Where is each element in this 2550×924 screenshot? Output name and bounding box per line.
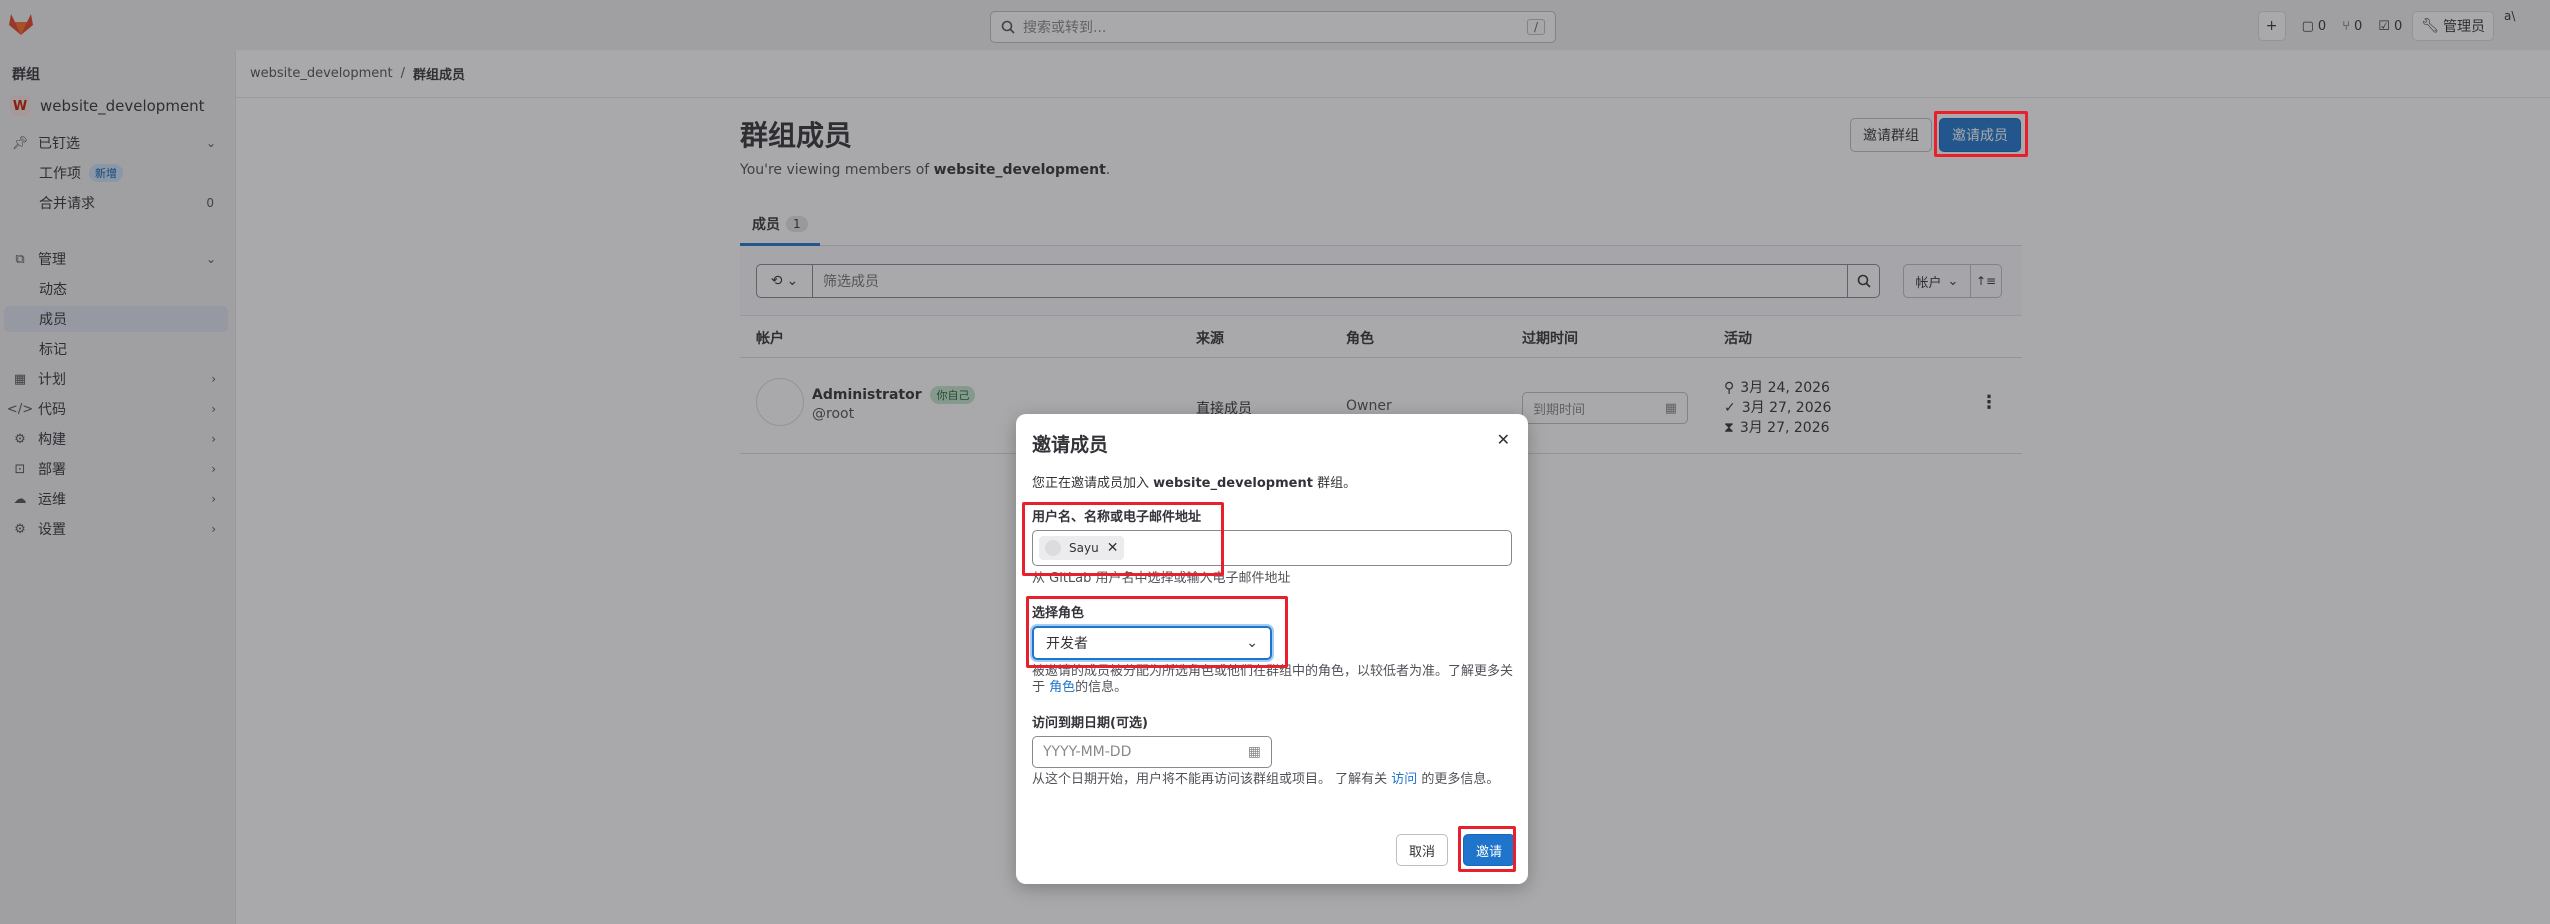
calendar-icon[interactable]: ▦ <box>1248 744 1261 760</box>
role-selected-value: 开发者 <box>1046 636 1088 652</box>
date-placeholder: YYYY-MM-DD <box>1043 744 1132 760</box>
cancel-button[interactable]: 取消 <box>1396 834 1449 866</box>
modal-intro: 您正在邀请成员加入 website_development 群组。 <box>1032 472 1356 491</box>
username-help: 从 GitLab 用户名中选择或输入电子邮件地址 <box>1032 571 1291 586</box>
date-help-suffix: 的更多信息。 <box>1417 772 1500 787</box>
role-select[interactable]: 开发者 ⌄ <box>1032 626 1272 660</box>
remove-token-icon[interactable]: ✕ <box>1107 540 1119 556</box>
username-token-input[interactable]: Sayu ✕ <box>1032 530 1512 566</box>
token-avatar <box>1045 540 1061 556</box>
close-icon[interactable]: ✕ <box>1497 430 1510 449</box>
invite-button[interactable]: 邀请 <box>1463 834 1516 866</box>
role-help: 被邀请的成员被分配为所选角色或他们在群组中的角色，以较低者为准。了解更多关于 角… <box>1032 664 1516 696</box>
modal-title: 邀请成员 <box>1032 434 1109 456</box>
username-label: 用户名、名称或电子邮件地址 <box>1032 510 1202 525</box>
intro-group: website_development <box>1153 476 1313 491</box>
role-help-link[interactable]: 角色 <box>1049 680 1075 695</box>
user-token[interactable]: Sayu ✕ <box>1039 536 1125 560</box>
role-label: 选择角色 <box>1032 606 1085 621</box>
date-help-prefix: 从这个日期开始，用户将不能再访问该群组或项目。 了解有关 <box>1032 772 1392 787</box>
expiration-date-field[interactable]: YYYY-MM-DD ▦ <box>1032 736 1272 768</box>
intro-suffix: 群组。 <box>1312 476 1357 491</box>
date-help: 从这个日期开始，用户将不能再访问该群组或项目。 了解有关 访问 的更多信息。 <box>1032 772 1516 788</box>
intro-prefix: 您正在邀请成员加入 <box>1032 476 1154 491</box>
date-help-link[interactable]: 访问 <box>1391 772 1417 787</box>
invite-members-modal: 邀请成员 ✕ 您正在邀请成员加入 website_development 群组。… <box>1016 414 1528 884</box>
date-label: 访问到期日期(可选) <box>1032 716 1148 731</box>
token-name: Sayu <box>1069 541 1099 555</box>
chevron-down-icon: ⌄ <box>1246 635 1258 651</box>
role-help-suffix: 的信息。 <box>1075 680 1128 695</box>
